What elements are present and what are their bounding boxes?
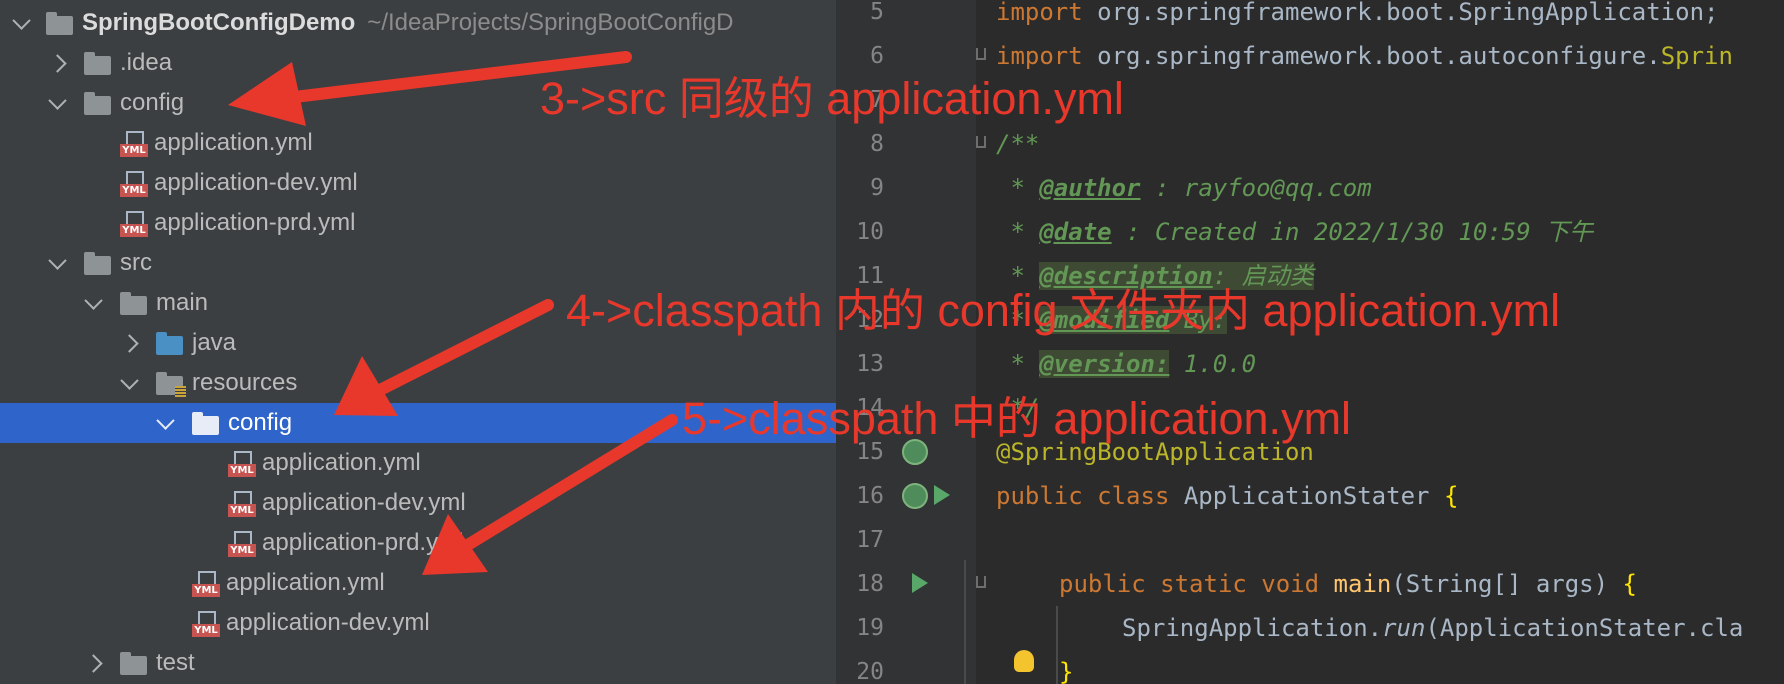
chevron-right-icon[interactable] xyxy=(114,323,144,363)
code-line-19: SpringApplication.run(ApplicationStater.… xyxy=(1122,614,1744,642)
spring-bean-icon[interactable] xyxy=(902,483,928,509)
yml-file-icon: YML xyxy=(190,571,220,597)
folder-icon xyxy=(120,651,148,675)
chevron-down-icon[interactable] xyxy=(42,243,72,283)
module-folder-icon xyxy=(46,11,74,35)
tree-item-yml[interactable]: YML application-dev.yml xyxy=(0,163,836,203)
code-line-20: } xyxy=(1059,658,1074,684)
run-icon[interactable] xyxy=(934,485,950,505)
chevron-down-icon[interactable] xyxy=(114,363,144,403)
code-line-10: * @date : Created in 2022/1/30 10:59 下午 xyxy=(996,218,1594,246)
yml-file-icon: YML xyxy=(190,611,220,637)
tree-item-yml[interactable]: YML application-prd.yml xyxy=(0,523,836,563)
tree-item-label: config xyxy=(120,89,185,116)
annotation-note-5: 5->classpath 中的 application.yml xyxy=(682,393,1352,444)
chevron-down-icon[interactable] xyxy=(42,83,72,123)
line-number: 9 xyxy=(870,175,884,201)
annotation-note-3: 3->src 同级的 application.yml xyxy=(540,73,1124,124)
tree-item-label: application-dev.yml xyxy=(262,489,466,516)
tree-item-label: main xyxy=(156,289,209,316)
tree-item-label: src xyxy=(120,249,152,276)
yml-file-icon: YML xyxy=(118,211,148,237)
line-number: 8 xyxy=(870,131,884,157)
code-line-13: * @version: 1.0.0 xyxy=(996,350,1257,378)
code-line-16: public class ApplicationStater { xyxy=(996,482,1459,510)
line-number: 16 xyxy=(856,483,884,509)
source-folder-icon xyxy=(156,331,184,355)
resources-folder-icon xyxy=(156,371,186,397)
fold-icon[interactable] xyxy=(976,136,986,148)
folder-icon xyxy=(120,291,148,315)
folder-icon xyxy=(84,251,112,275)
tree-root[interactable]: SpringBootConfigDemo ~/IdeaProjects/Spri… xyxy=(0,3,836,43)
tree-item-label: application.yml xyxy=(226,569,385,596)
yml-file-icon: YML xyxy=(118,171,148,197)
code-line-18: public static void main(String[] args) { xyxy=(1059,570,1637,598)
code-line-8: /** xyxy=(996,130,1040,158)
tree-item-label: config xyxy=(228,409,293,436)
tree-item-yml[interactable]: YML application-dev.yml xyxy=(0,603,836,643)
tree-item-yml[interactable]: YML application.yml xyxy=(0,443,836,483)
lightbulb-icon[interactable] xyxy=(1014,650,1034,672)
tree-item-label: application-prd.yml xyxy=(262,529,464,556)
line-number: 13 xyxy=(856,351,884,377)
project-path: ~/IdeaProjects/SpringBootConfigD xyxy=(367,9,734,36)
tree-item-label: java xyxy=(192,329,237,356)
tree-item-label: application-dev.yml xyxy=(154,169,358,196)
tree-item-yml[interactable]: YML application.yml xyxy=(0,123,836,163)
tree-item-yml[interactable]: YML application-dev.yml xyxy=(0,483,836,523)
yml-file-icon: YML xyxy=(118,131,148,157)
tree-item-label: application-dev.yml xyxy=(226,609,430,636)
tree-item-label: test xyxy=(156,649,195,676)
tree-item-label: resources xyxy=(192,369,298,396)
chevron-right-icon[interactable] xyxy=(42,43,72,83)
tree-item-label: .idea xyxy=(120,49,173,76)
line-number: 18 xyxy=(856,571,884,597)
tree-item-test[interactable]: test xyxy=(0,643,836,683)
code-line-5: import org.springframework.boot.SpringAp… xyxy=(996,0,1719,26)
fold-icon[interactable] xyxy=(976,48,986,60)
run-icon[interactable] xyxy=(912,573,928,593)
tree-item-yml[interactable]: YML application.yml xyxy=(0,563,836,603)
folder-icon xyxy=(84,91,112,115)
tree-item-yml[interactable]: YML application-prd.yml xyxy=(0,203,836,243)
line-number: 20 xyxy=(856,659,884,684)
chevron-down-icon[interactable] xyxy=(78,283,108,323)
chevron-down-icon[interactable] xyxy=(6,3,36,43)
annotation-note-4: 4->classpath 内的 config 文件夹内 application.… xyxy=(566,285,1561,336)
line-number: 5 xyxy=(870,0,884,25)
folder-icon xyxy=(84,51,112,75)
yml-file-icon: YML xyxy=(226,451,256,477)
indent-guide xyxy=(964,560,966,684)
folder-icon xyxy=(192,411,220,435)
project-name: SpringBootConfigDemo xyxy=(82,9,356,36)
tree-item-label: application.yml xyxy=(154,129,313,156)
chevron-right-icon[interactable] xyxy=(78,643,108,683)
yml-file-icon: YML xyxy=(226,531,256,557)
line-number: 17 xyxy=(856,527,884,553)
code-line-9: * @author : rayfoo@qq.com xyxy=(996,174,1372,202)
chevron-down-icon[interactable] xyxy=(150,403,180,443)
yml-file-icon: YML xyxy=(226,491,256,517)
tree-item-label: application.yml xyxy=(262,449,421,476)
indent-guide xyxy=(1056,606,1058,684)
tree-item-label: application-prd.yml xyxy=(154,209,356,236)
line-number: 10 xyxy=(856,219,884,245)
fold-icon[interactable] xyxy=(976,576,986,588)
line-number: 19 xyxy=(856,615,884,641)
